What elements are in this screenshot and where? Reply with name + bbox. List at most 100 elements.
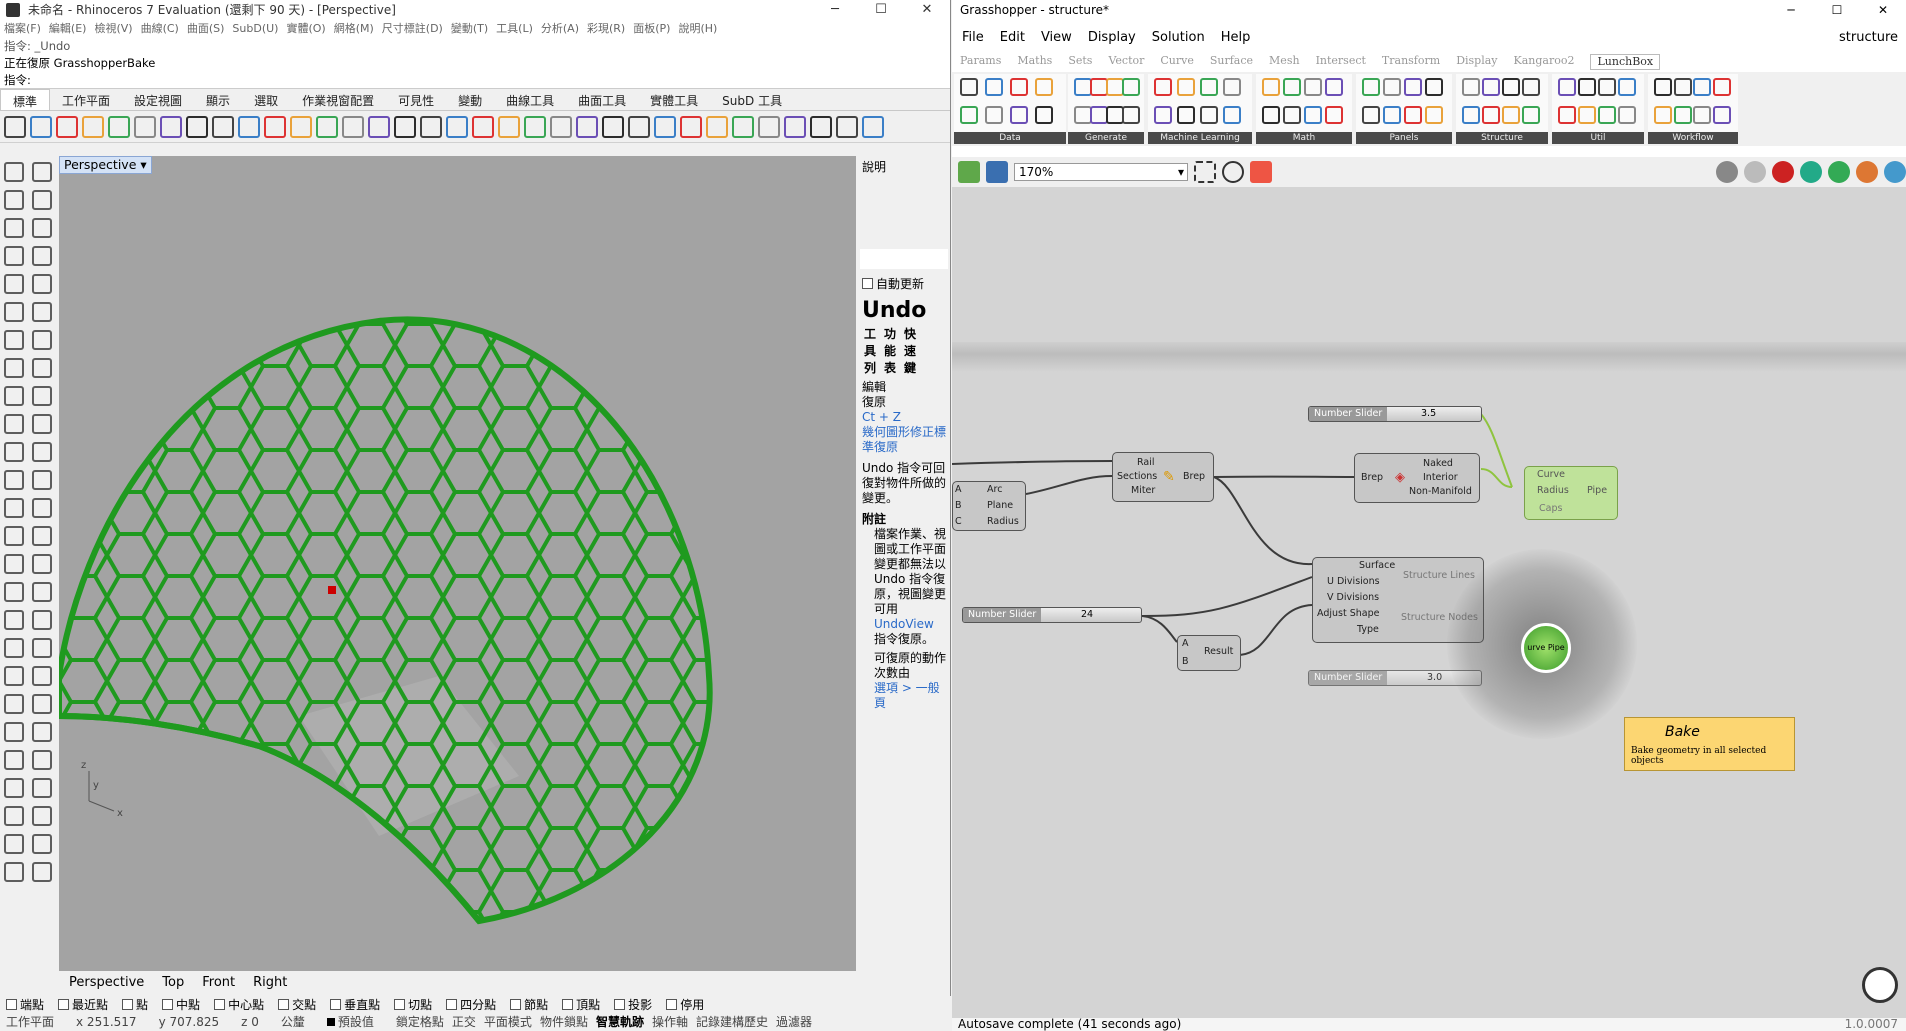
component-icon[interactable] (1404, 106, 1422, 124)
viewport-tab[interactable]: Top (162, 971, 184, 995)
preview-mesh-icon[interactable] (1800, 161, 1822, 183)
standard-tool-icon[interactable] (758, 115, 780, 138)
left-tool-icon[interactable] (4, 330, 24, 350)
left-tool-icon[interactable] (32, 750, 52, 770)
rhino-menu-item[interactable]: 彩現(R) (587, 20, 625, 38)
osnap-checkbox[interactable] (58, 999, 70, 1010)
component-icon[interactable] (1177, 106, 1195, 124)
perspective-viewport[interactable]: Perspective ▾ z y x (59, 156, 856, 971)
left-tool-icon[interactable] (32, 834, 52, 854)
radial-menu[interactable]: urve Pipe (1447, 549, 1637, 739)
osnap-checkbox[interactable] (446, 999, 458, 1010)
component-icon[interactable] (1502, 78, 1520, 96)
gh-menu-item[interactable]: Help (1221, 30, 1251, 45)
rhino-tab[interactable]: 選取 (242, 89, 290, 110)
status-mode-button[interactable]: 操作軸 (652, 1014, 688, 1031)
standard-tool-icon[interactable] (342, 115, 364, 138)
component-icon[interactable] (1122, 106, 1140, 124)
left-tool-icon[interactable] (32, 722, 52, 742)
rhino-menu-item[interactable]: 尺寸標註(D) (382, 20, 443, 38)
rhino-tab[interactable]: 設定視圖 (122, 89, 194, 110)
left-tool-icon[interactable] (4, 834, 24, 854)
component-icon[interactable] (1712, 106, 1731, 124)
gh-tab[interactable]: Vector (1108, 54, 1144, 70)
gh-doc-name[interactable]: structure (1839, 30, 1898, 45)
navigation-ball-icon[interactable] (1862, 967, 1898, 1003)
component-icon[interactable] (1673, 78, 1692, 96)
component-icon[interactable] (1482, 106, 1500, 124)
left-tool-icon[interactable] (32, 218, 52, 238)
auto-update-checkbox[interactable]: 自動更新 (858, 269, 950, 298)
component-icon[interactable] (1654, 78, 1672, 96)
component-icon[interactable] (1283, 78, 1301, 96)
cplane-label[interactable]: 工作平面 (6, 1014, 54, 1031)
standard-tool-icon[interactable] (108, 115, 130, 138)
maximize-icon[interactable]: ☐ (858, 0, 904, 20)
osnap-checkbox[interactable] (122, 999, 134, 1010)
standard-tool-icon[interactable] (628, 115, 650, 138)
standard-tool-icon[interactable] (238, 115, 260, 138)
standard-tool-icon[interactable] (732, 115, 754, 138)
zoom-extents-icon[interactable] (1194, 161, 1216, 183)
rhino-menu-item[interactable]: 分析(A) (541, 20, 579, 38)
preview-eye-icon[interactable] (1222, 161, 1244, 183)
component-icon[interactable] (960, 78, 978, 96)
gh-tab[interactable]: Mesh (1269, 54, 1300, 70)
rhino-tab[interactable]: 標準 (0, 89, 51, 110)
gh-minimize-icon[interactable]: ─ (1768, 0, 1814, 20)
status-mode-button[interactable]: 記錄建構歷史 (696, 1014, 768, 1031)
save-file-icon[interactable] (986, 161, 1008, 183)
rhino-menu-item[interactable]: 工具(L) (496, 20, 533, 38)
rhino-tab[interactable]: SubD 工具 (710, 89, 794, 110)
component-icon[interactable] (1618, 106, 1636, 124)
component-icon[interactable] (1304, 78, 1322, 96)
osnap-checkbox[interactable] (510, 999, 522, 1010)
osnap-option[interactable]: 中心點 (214, 996, 264, 1014)
osnap-option[interactable]: 交點 (278, 996, 316, 1014)
osnap-checkbox[interactable] (614, 999, 626, 1010)
zoom-select[interactable]: 170% ▾ (1014, 163, 1188, 181)
left-tool-icon[interactable] (32, 162, 52, 182)
left-tool-icon[interactable] (4, 190, 24, 210)
component-icon[interactable] (1262, 106, 1280, 124)
left-tool-icon[interactable] (32, 358, 52, 378)
osnap-checkbox[interactable] (394, 999, 406, 1010)
standard-tool-icon[interactable] (836, 115, 858, 138)
component-icon[interactable] (1154, 78, 1172, 96)
standard-tool-icon[interactable] (550, 115, 572, 138)
osnap-checkbox[interactable] (162, 999, 174, 1010)
viewport-tab[interactable]: Perspective (69, 971, 144, 995)
gh-tab[interactable]: Sets (1068, 54, 1092, 70)
left-tool-icon[interactable] (4, 358, 24, 378)
left-tool-icon[interactable] (32, 582, 52, 602)
left-tool-icon[interactable] (32, 330, 52, 350)
component-icon[interactable] (1223, 106, 1241, 124)
component-icon[interactable] (1200, 106, 1218, 124)
preview-shaded-icon[interactable] (1716, 161, 1738, 183)
component-icon[interactable] (1362, 106, 1380, 124)
rhino-menu-item[interactable]: 變動(T) (451, 20, 488, 38)
component-icon[interactable] (1383, 106, 1401, 124)
standard-tool-icon[interactable] (56, 115, 78, 138)
left-tool-icon[interactable] (4, 778, 24, 798)
standard-tool-icon[interactable] (290, 115, 312, 138)
standard-tool-icon[interactable] (368, 115, 390, 138)
osnap-option[interactable]: 中點 (162, 996, 200, 1014)
component-icon[interactable] (1010, 78, 1028, 96)
panel-search[interactable] (860, 249, 948, 269)
standard-tool-icon[interactable] (862, 115, 884, 138)
osnap-option[interactable]: 點 (122, 996, 148, 1014)
rhino-menu-item[interactable]: 曲面(S) (187, 20, 225, 38)
standard-tool-icon[interactable] (524, 115, 546, 138)
left-tool-icon[interactable] (32, 862, 52, 882)
left-tool-icon[interactable] (4, 386, 24, 406)
gh-tab[interactable]: Display (1456, 54, 1497, 70)
component-icon[interactable] (1177, 78, 1195, 96)
quality-icon[interactable] (1856, 161, 1878, 183)
component-icon[interactable] (1522, 106, 1540, 124)
component-icon[interactable] (1578, 106, 1596, 124)
standard-tool-icon[interactable] (498, 115, 520, 138)
component-icon[interactable] (1462, 78, 1480, 96)
gh-tab[interactable]: Maths (1017, 54, 1052, 70)
component-icon[interactable] (985, 106, 1003, 124)
